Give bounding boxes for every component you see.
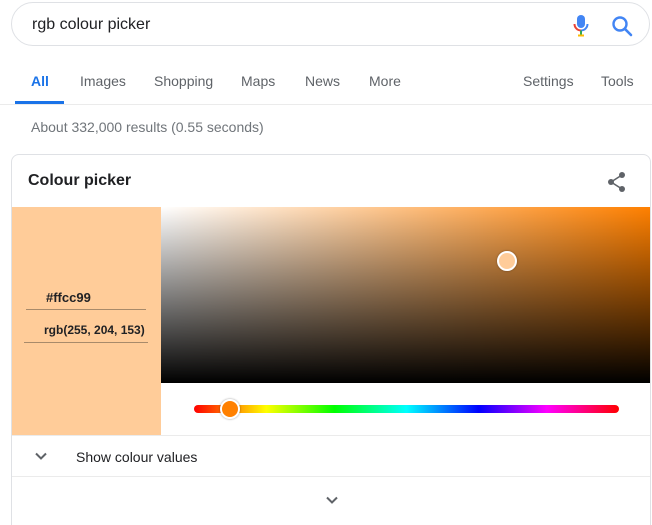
colour-picker-card: Colour picker #ffcc99 rgb(255, 204, 153)… [11,154,651,525]
rgb-value[interactable]: rgb(255, 204, 153) [24,323,148,343]
search-icon[interactable] [611,15,633,37]
tab-tools[interactable]: Tools [601,73,634,89]
tab-more[interactable]: More [369,73,401,89]
card-title: Colour picker [28,172,132,189]
tabs-divider [0,104,652,105]
expand-card-button[interactable] [12,477,650,525]
tab-maps[interactable]: Maps [241,73,275,89]
tab-all[interactable]: All [31,73,49,89]
colour-swatch: #ffcc99 rgb(255, 204, 153) [12,207,161,435]
show-colour-values-label: Show colour values [76,449,198,465]
chevron-down-icon [325,493,339,507]
show-colour-values-toggle[interactable]: Show colour values [12,436,650,476]
chevron-down-icon [34,449,48,463]
hex-value[interactable]: #ffcc99 [26,290,146,310]
microphone-icon[interactable] [573,14,589,38]
search-input[interactable] [32,14,552,36]
share-icon[interactable] [606,170,628,194]
saturation-value-handle[interactable] [497,251,517,271]
tab-shopping[interactable]: Shopping [154,73,213,89]
hue-slider-track[interactable] [194,405,619,413]
result-stats: About 332,000 results (0.55 seconds) [31,119,264,135]
tab-images[interactable]: Images [80,73,126,89]
search-tabs: All Images Shopping Maps News More Setti… [0,64,652,106]
saturation-value-area[interactable] [161,207,650,383]
tab-settings[interactable]: Settings [523,73,574,89]
tab-news[interactable]: News [305,73,340,89]
search-bar [11,2,650,46]
hue-slider-handle[interactable] [220,399,240,419]
